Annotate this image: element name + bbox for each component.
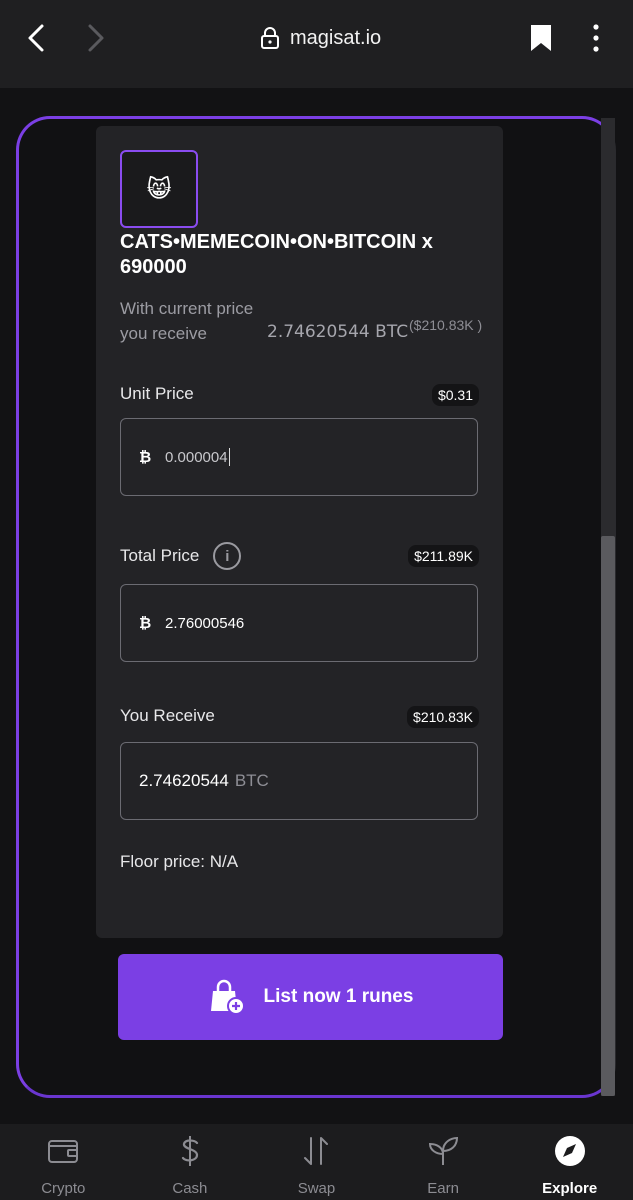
you-receive-label-text: You Receive (120, 706, 215, 725)
you-receive-label: You Receive (120, 706, 215, 726)
tab-cash-label: Cash (172, 1180, 208, 1197)
tab-crypto-label: Crypto (41, 1180, 86, 1197)
token-thumbnail: 😸 (120, 150, 198, 228)
unit-price-label: Unit Price (120, 384, 194, 404)
total-price-label-text: Total Price (120, 546, 200, 565)
you-receive-unit: BTC (234, 771, 269, 790)
unit-price-input[interactable]: ₿ 0.000004 (120, 418, 478, 496)
tab-crypto[interactable]: Crypto (0, 1124, 127, 1200)
back-arrow-icon[interactable] (22, 22, 52, 54)
compass-icon (554, 1136, 585, 1166)
dollar-icon (181, 1136, 198, 1166)
list-now-label: List now 1 runes (263, 986, 414, 1007)
unit-price-value: 0.000004 (165, 448, 228, 466)
receive-summary-label: With current price you receive (120, 299, 254, 343)
total-price-label: Total Price i (120, 542, 242, 570)
swap-icon (304, 1137, 329, 1165)
lock-icon (261, 27, 279, 49)
bitcoin-icon: ₿ (139, 448, 152, 466)
sprout-icon (429, 1136, 459, 1165)
text-cursor (228, 448, 230, 466)
you-receive-usd-badge: $210.83K (407, 706, 479, 728)
tab-explore[interactable]: Explore (506, 1124, 633, 1200)
listing-card: 😸 CATS•MEMECOIN•ON•BITCOIN x 690000 With… (96, 126, 503, 938)
url-text: magisat.io (290, 26, 382, 49)
total-price-usd-badge: $211.89K (408, 545, 479, 567)
you-receive-value: 2.74620544 (139, 771, 229, 790)
tab-cash[interactable]: Cash (127, 1124, 254, 1200)
receive-summary-value: 2.74620544 BTC (267, 322, 409, 342)
bookmark-icon[interactable] (527, 22, 555, 54)
you-receive-field: 2.74620544 BTC (120, 742, 478, 820)
web-page: 😸 CATS•MEMECOIN•ON•BITCOIN x 690000 With… (0, 88, 633, 1124)
token-title: CATS•MEMECOIN•ON•BITCOIN x 690000 (120, 231, 433, 278)
total-price-input[interactable]: ₿ 2.76000546 (120, 584, 478, 662)
tab-swap-label: Swap (297, 1180, 336, 1197)
scrollbar-thumb[interactable] (601, 536, 615, 1096)
list-now-button[interactable]: List now 1 runes (118, 954, 503, 1040)
cat-emoji-icon: 😸 (146, 175, 172, 203)
total-price-value: 2.76000546 (165, 614, 245, 632)
receive-summary-usd: ($210.83K ) (409, 317, 483, 333)
tab-earn[interactable]: Earn (380, 1124, 507, 1200)
more-options-icon[interactable] (585, 22, 607, 54)
tab-explore-label: Explore (542, 1180, 598, 1197)
tab-earn-label: Earn (427, 1180, 459, 1197)
address-bar[interactable]: magisat.io (260, 24, 381, 52)
info-icon[interactable]: i (213, 542, 242, 570)
browser-toolbar: magisat.io (0, 0, 633, 88)
unit-price-label-text: Unit Price (120, 384, 194, 403)
bitcoin-icon: ₿ (139, 614, 152, 632)
floor-price: Floor price: N/A (120, 852, 239, 871)
tab-swap[interactable]: Swap (253, 1124, 380, 1200)
bottom-tab-bar: Crypto Cash Swap Earn Explore (0, 1124, 633, 1200)
unit-price-usd-badge: $0.31 (431, 384, 479, 406)
forward-arrow-icon[interactable] (80, 22, 110, 54)
wallet-icon (48, 1140, 79, 1163)
shopping-bag-add-icon (210, 979, 245, 1015)
